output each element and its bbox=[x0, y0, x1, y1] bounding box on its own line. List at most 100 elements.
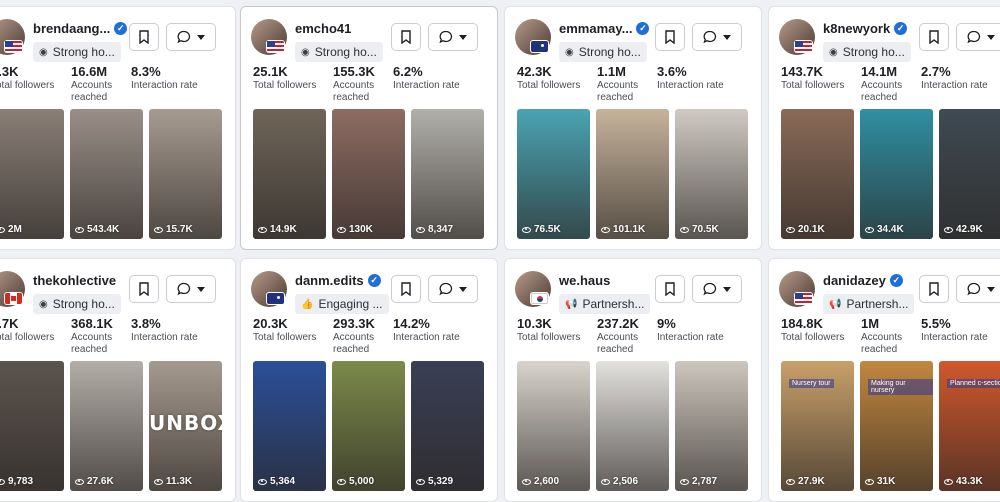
video-thumbnail[interactable]: 2,600 bbox=[517, 361, 590, 491]
eye-icon bbox=[865, 478, 874, 485]
thumbnail-caption: Planned c-section bbox=[947, 379, 1000, 388]
audience-tag: 📢 Partnersh... bbox=[823, 294, 915, 314]
creator-username[interactable]: thekohlective bbox=[33, 273, 116, 288]
view-count-value: 8,347 bbox=[428, 224, 454, 235]
stat-label: Interaction rate bbox=[921, 80, 988, 91]
view-count: 20.1K bbox=[786, 224, 825, 235]
video-thumbnail[interactable]: 101.1K bbox=[596, 109, 669, 239]
chevron-down-icon bbox=[197, 34, 205, 40]
stat-value: 20.3K bbox=[253, 316, 288, 331]
creator-card[interactable]: danidazey ✓ 📢 Partnersh... 184.8K Total f… bbox=[768, 258, 1000, 502]
video-thumbnail[interactable]: 27.9K Nursery tour bbox=[781, 361, 854, 491]
creator-card[interactable]: emcho41 ◉ Strong ho... 25.1K Total follow… bbox=[240, 6, 498, 250]
video-thumbnail[interactable]: 2M bbox=[0, 109, 64, 239]
video-thumbnail[interactable]: 27.6K bbox=[70, 361, 143, 491]
creator-username[interactable]: emcho41 bbox=[295, 21, 351, 36]
stat-followers: 42.3K Total followers bbox=[517, 64, 587, 92]
video-thumbnail[interactable]: 70.5K bbox=[675, 109, 748, 239]
video-thumbnail[interactable]: 42.9K bbox=[939, 109, 1000, 239]
message-dropdown-button[interactable] bbox=[428, 23, 478, 51]
video-thumbnail[interactable]: 14.9K bbox=[253, 109, 326, 239]
creator-card[interactable]: brendaang... ✓ ◉ Strong ho... 7.3KTotal … bbox=[0, 6, 236, 250]
message-dropdown-button[interactable] bbox=[692, 23, 742, 51]
stat-label: Accounts reached bbox=[333, 332, 375, 355]
bookmark-button[interactable] bbox=[391, 275, 421, 303]
bookmark-icon bbox=[665, 30, 675, 44]
bookmark-button[interactable] bbox=[655, 23, 685, 51]
audience-tag: ◉ Strong ho... bbox=[33, 294, 121, 314]
video-thumbnail[interactable]: 5,000 bbox=[332, 361, 405, 491]
country-flag-icon bbox=[795, 41, 812, 52]
creator-username[interactable]: k8newyork bbox=[823, 21, 890, 36]
video-thumbnail[interactable]: 15.7K bbox=[149, 109, 222, 239]
bookmark-button[interactable] bbox=[129, 23, 159, 51]
message-dropdown-button[interactable] bbox=[692, 275, 742, 303]
video-thumbnail[interactable]: 8,347 bbox=[411, 109, 484, 239]
creator-card[interactable]: k8newyork ✓ ◉ Strong ho... 143.7K Total f… bbox=[768, 6, 1000, 250]
view-count: 34.4K bbox=[865, 224, 904, 235]
bookmark-button[interactable] bbox=[391, 23, 421, 51]
creator-username[interactable]: danm.edits bbox=[295, 273, 364, 288]
tag-label: Strong ho... bbox=[52, 45, 115, 59]
creator-card[interactable]: danm.edits ✓ 👍 Engaging ... 20.3K Total f… bbox=[240, 258, 498, 502]
stat-value: 10.3K bbox=[517, 316, 552, 331]
stat-label: Total followers bbox=[517, 332, 581, 343]
view-count-value: 31K bbox=[877, 476, 896, 487]
stat-reach: 14.1M Accounts reached bbox=[861, 64, 917, 104]
video-thumbnail[interactable]: 34.4K bbox=[860, 109, 933, 239]
message-dropdown-button[interactable] bbox=[166, 23, 216, 51]
video-thumbnail[interactable]: 76.5K bbox=[517, 109, 590, 239]
message-dropdown-button[interactable] bbox=[428, 275, 478, 303]
message-dropdown-button[interactable] bbox=[956, 275, 1000, 303]
stat-value: 25.1K bbox=[253, 64, 288, 79]
view-count: 70.5K bbox=[680, 224, 719, 235]
stat-value: 237.2K bbox=[597, 316, 639, 331]
creator-card[interactable]: we.haus 📢 Partnersh... 10.3K Total follow… bbox=[504, 258, 762, 502]
creator-card[interactable]: emmamay... ✓ ◉ Strong ho... 42.3K Total f… bbox=[504, 6, 762, 250]
bookmark-button[interactable] bbox=[919, 275, 949, 303]
shield-icon: ◉ bbox=[39, 46, 48, 58]
video-thumbnail[interactable]: 2,787 bbox=[675, 361, 748, 491]
creator-username[interactable]: danidazey bbox=[823, 273, 886, 288]
creator-username[interactable]: we.haus bbox=[559, 273, 610, 288]
stat-value: 2.7% bbox=[921, 64, 951, 79]
stat-label: Interaction rate bbox=[393, 80, 460, 91]
video-thumbnail[interactable]: 2,506 bbox=[596, 361, 669, 491]
stat-followers: 143.7K Total followers bbox=[781, 64, 851, 92]
view-count: 43.3K bbox=[944, 476, 983, 487]
video-thumbnail[interactable]: 43.3K Planned c-section bbox=[939, 361, 1000, 491]
video-thumbnail[interactable]: 11.3K UNBOX bbox=[149, 361, 222, 491]
stat-reach: 16.6M Accounts reached bbox=[71, 64, 127, 104]
video-thumbnail[interactable]: 9,783 bbox=[0, 361, 64, 491]
view-count-value: 27.9K bbox=[798, 476, 825, 487]
creator-username[interactable]: emmamay... bbox=[559, 21, 632, 36]
message-dropdown-button[interactable] bbox=[166, 275, 216, 303]
eye-icon bbox=[337, 478, 346, 485]
creator-username[interactable]: brendaang... bbox=[33, 21, 110, 36]
bookmark-button[interactable] bbox=[129, 275, 159, 303]
message-icon bbox=[439, 282, 453, 296]
view-count-value: 14.9K bbox=[270, 224, 297, 235]
bookmark-button[interactable] bbox=[919, 23, 949, 51]
bookmark-icon bbox=[139, 30, 149, 44]
video-thumbnail[interactable]: 130K bbox=[332, 109, 405, 239]
view-count-value: 543.4K bbox=[87, 224, 120, 235]
bookmark-button[interactable] bbox=[655, 275, 685, 303]
stat-interaction: 3.8% Interaction rate bbox=[131, 316, 211, 344]
stat-value: 9% bbox=[657, 316, 676, 331]
video-thumbnail[interactable]: 31K Making our nursery bbox=[860, 361, 933, 491]
video-thumbnail[interactable]: 20.1K bbox=[781, 109, 854, 239]
video-thumbnail[interactable]: 5,364 bbox=[253, 361, 326, 491]
stat-value: 184.8K bbox=[781, 316, 823, 331]
view-count-value: 11.3K bbox=[166, 476, 193, 487]
eye-icon bbox=[75, 226, 84, 233]
stat-label: Interaction rate bbox=[921, 332, 988, 343]
creator-card[interactable]: thekohlective ◉ Strong ho... 0.7KTotal f… bbox=[0, 258, 236, 502]
video-thumbnail[interactable]: 5,329 bbox=[411, 361, 484, 491]
country-flag-icon bbox=[795, 293, 812, 304]
message-dropdown-button[interactable] bbox=[956, 23, 1000, 51]
stat-followers: 20.3K Total followers bbox=[253, 316, 323, 344]
video-thumbnail[interactable]: 543.4K bbox=[70, 109, 143, 239]
creator-name-row: k8newyork ✓ bbox=[823, 21, 908, 36]
audience-tag: 👍 Engaging ... bbox=[295, 294, 389, 314]
